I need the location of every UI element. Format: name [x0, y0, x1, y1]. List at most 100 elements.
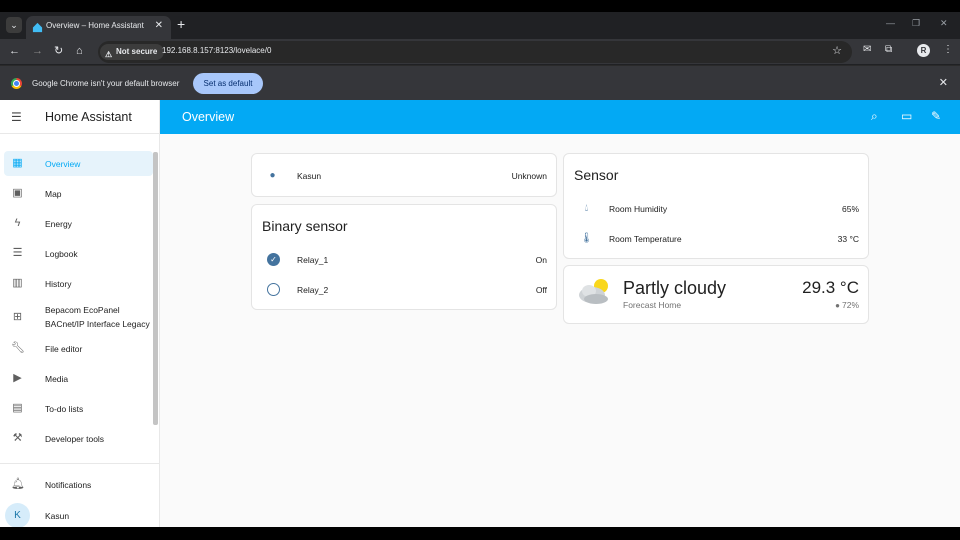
browser-toolbar: ← → ↻ ⌂ ⚠ Not secure 192.168.8.157:8123/…: [0, 39, 960, 64]
sidebar-item-label: Notifications: [45, 480, 92, 490]
map-icon: ▣: [12, 187, 23, 199]
media-cast-icon[interactable]: ✉: [863, 44, 871, 55]
card-title: Sensor: [574, 167, 619, 183]
wrench-icon: 🔧︎: [11, 342, 25, 354]
sidebar-item-label: Bepacom EcoPanel: [45, 305, 120, 315]
entity-name[interactable]: Relay_1: [297, 255, 328, 265]
sidebar-item-label-line2: BACnet/IP Interface Legacy: [45, 319, 150, 329]
sidebar-item-media[interactable]: ▶ Media: [4, 366, 153, 391]
sidebar-item-logbook[interactable]: ☰ Logbook: [4, 241, 153, 266]
sidebar-item-label: Overview: [45, 159, 81, 169]
warning-icon: ⚠: [105, 50, 113, 59]
infobar-message: Google Chrome isn't your default browser: [32, 79, 180, 88]
edit-pencil-icon[interactable]: ✎: [931, 109, 941, 123]
search-icon[interactable]: ⌕: [871, 109, 878, 124]
entity-state: Off: [535, 285, 547, 295]
restore-icon[interactable]: ❐: [912, 18, 920, 29]
bookmark-star-icon[interactable]: ☆: [832, 44, 842, 57]
tab-search-button[interactable]: ⌄: [6, 17, 22, 33]
weather-humidity: 72%: [841, 300, 859, 310]
hammer-icon: ⚒: [12, 432, 23, 444]
user-avatar[interactable]: K: [5, 503, 30, 527]
sidebar-item-label: Media: [45, 374, 69, 384]
person-name: Kasun: [297, 171, 322, 181]
sidebar-item-label: File editor: [45, 344, 83, 354]
assist-icon[interactable]: ▭: [901, 109, 912, 123]
tab-strip: ⌄ Overview – Home Assistant ✕ + — ❐ ✕: [0, 12, 960, 39]
reload-icon[interactable]: ↻: [54, 44, 63, 58]
bell-icon: 🔔︎: [11, 478, 25, 490]
weather-condition: Partly cloudy: [623, 278, 727, 298]
sidebar-item-label: Map: [45, 189, 62, 199]
infobar-close-icon[interactable]: ✕: [939, 76, 948, 89]
person-icon: ●: [269, 170, 276, 181]
set-default-button[interactable]: Set as default: [193, 73, 263, 94]
extensions-icon[interactable]: ⧉: [885, 44, 892, 55]
profile-avatar[interactable]: R: [917, 44, 930, 57]
home-icon[interactable]: ⌂: [76, 44, 83, 58]
sidebar-item-developer-tools[interactable]: ⚒ Developer tools: [4, 426, 153, 451]
forward-icon[interactable]: →: [32, 44, 43, 58]
check-circle-icon: ✓: [267, 253, 280, 266]
address-bar[interactable]: ⚠ Not secure 192.168.8.157:8123/lovelace…: [98, 41, 852, 63]
lightning-icon: ϟ: [14, 217, 21, 229]
binary-sensor-card: Binary sensor ✓ Relay_1 On Relay_2 Off: [251, 204, 557, 310]
security-label: Not secure: [116, 47, 158, 56]
back-icon[interactable]: ←: [9, 44, 20, 58]
sidebar-header: ☰ Home Assistant: [0, 100, 160, 134]
user-name[interactable]: Kasun: [45, 511, 69, 521]
sidebar-toggle-icon[interactable]: ☰: [11, 110, 22, 124]
sidebar-item-label: Logbook: [45, 249, 78, 259]
new-tab-button[interactable]: +: [177, 16, 185, 32]
entity-value: 33 °C: [837, 234, 859, 244]
entity-name[interactable]: Room Temperature: [609, 234, 682, 244]
entity-name[interactable]: Room Humidity: [609, 204, 667, 214]
sidebar-item-file-editor[interactable]: 🔧︎ File editor: [4, 336, 153, 361]
person-card[interactable]: ● Kasun Unknown: [251, 153, 557, 197]
water-percent-icon: 💧︎: [584, 203, 589, 214]
weather-entity-name: Forecast Home: [623, 300, 682, 310]
security-chip[interactable]: ⚠ Not secure: [100, 44, 165, 60]
sidebar-divider: [0, 463, 159, 464]
sidebar-item-label: History: [45, 279, 72, 289]
tab-close-icon[interactable]: ✕: [155, 20, 163, 31]
sidebar-item-energy[interactable]: ϟ Energy: [4, 211, 153, 236]
sidebar-scrollbar[interactable]: [153, 152, 158, 425]
chrome-logo-icon: [11, 78, 22, 89]
sidebar-item-label: Energy: [45, 219, 72, 229]
entity-name[interactable]: Relay_2: [297, 285, 328, 295]
clipboard-icon: ▤: [12, 402, 23, 414]
minimize-icon[interactable]: —: [886, 18, 895, 28]
weather-temperature: 29.3 °C: [802, 278, 859, 297]
circle-outline-icon: [267, 283, 280, 296]
sidebar-item-map[interactable]: ▣ Map: [4, 181, 153, 206]
weather-card[interactable]: Partly cloudy Forecast Home 29.3 °C ● 72%: [563, 265, 869, 324]
sidebar-item-overview[interactable]: ▦ Overview: [4, 151, 153, 176]
sidebar-item-history[interactable]: ▥ History: [4, 271, 153, 296]
home-assistant-app: ☰ Home Assistant ▦ Overview ▣ Map ϟ Ener…: [0, 100, 960, 527]
window-close-icon[interactable]: ✕: [940, 18, 948, 29]
default-browser-infobar: Google Chrome isn't your default browser…: [0, 65, 960, 100]
chart-icon: ▥: [12, 277, 23, 289]
thermometer-icon: 🌡︎: [580, 233, 593, 244]
entity-state: On: [535, 255, 547, 265]
page-title: Overview: [182, 110, 235, 124]
list-icon: ☰: [12, 247, 23, 259]
media-icon: ▶: [13, 372, 22, 384]
sidebar-item-todo[interactable]: ▤ To-do lists: [4, 396, 153, 421]
browser-window: ⌄ Overview – Home Assistant ✕ + — ❐ ✕ ← …: [0, 12, 960, 527]
url-text[interactable]: 192.168.8.157:8123/lovelace/0: [162, 46, 271, 55]
weather-humidity-row: ● 72%: [835, 300, 859, 310]
sidebar: ☰ Home Assistant ▦ Overview ▣ Map ϟ Ener…: [0, 100, 160, 527]
home-assistant-favicon-icon: [32, 22, 43, 33]
sidebar-item-bepacom[interactable]: ⊞ Bepacom EcoPanel BACnet/IP Interface L…: [4, 301, 153, 333]
partly-cloudy-icon: [579, 279, 608, 304]
water-drop-icon: ●: [835, 301, 840, 310]
sidebar-item-label: To-do lists: [45, 404, 84, 414]
sidebar-item-notifications[interactable]: 🔔︎ Notifications: [4, 472, 153, 497]
tab-title: Overview – Home Assistant: [46, 21, 144, 30]
tab-overview[interactable]: Overview – Home Assistant ✕: [26, 16, 171, 39]
card-title: Binary sensor: [262, 218, 348, 234]
entity-value: 65%: [841, 204, 859, 214]
more-menu-icon[interactable]: ⋮: [943, 44, 953, 55]
